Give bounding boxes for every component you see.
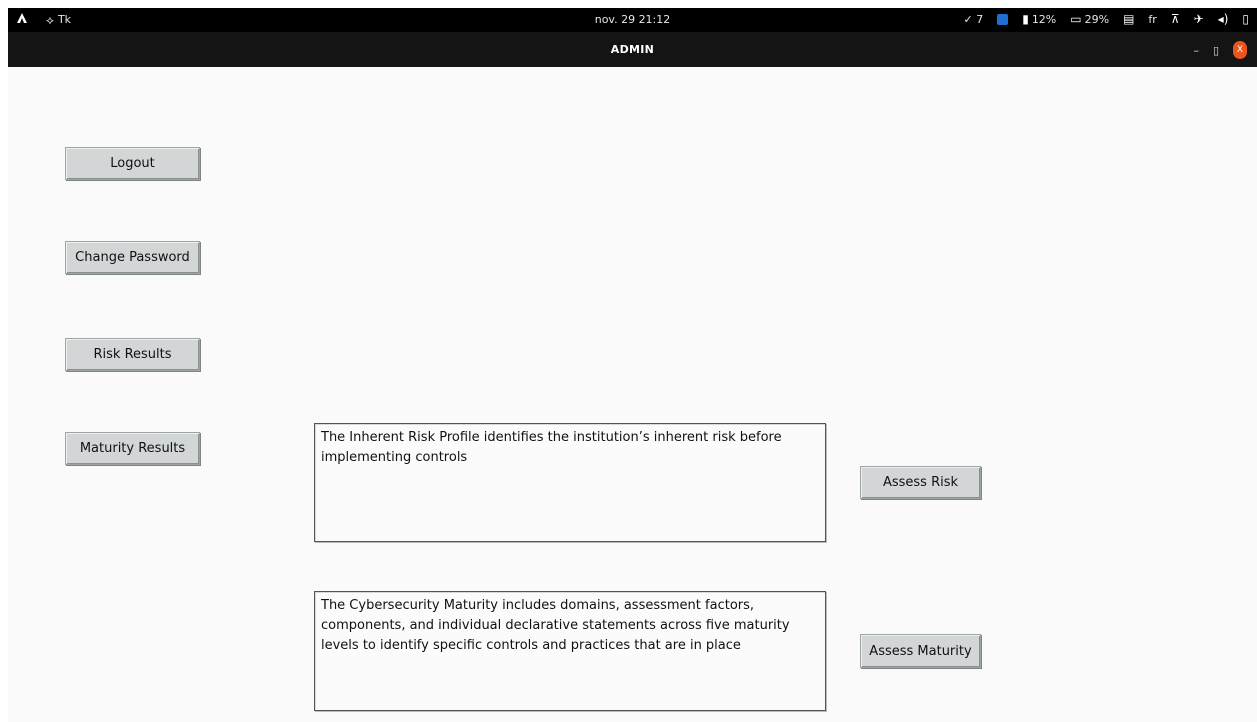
close-icon[interactable]: X xyxy=(1233,41,1247,59)
change-password-button[interactable]: Change Password xyxy=(65,241,200,274)
language-indicator[interactable]: fr xyxy=(1148,13,1156,26)
maturity-description-box[interactable]: The Cybersecurity Maturity includes doma… xyxy=(314,591,826,711)
notification-icon[interactable] xyxy=(997,13,1009,25)
battery-level-2: 29% xyxy=(1084,12,1110,26)
risk-description-box[interactable]: The Inherent Risk Profile identifies the… xyxy=(314,423,826,542)
system-top-bar: ⟡ Tk nov. 29 21:12 ✓ 7 ▮ 12% ▭ 29% ▤ fr … xyxy=(8,8,1257,32)
tasks-indicator[interactable]: ✓ 7 xyxy=(963,13,983,26)
assess-maturity-button[interactable]: Assess Maturity xyxy=(860,634,981,668)
network-icon[interactable]: ⊼ xyxy=(1171,12,1180,26)
restore-icon[interactable]: ▯ xyxy=(1213,44,1219,57)
assess-risk-button[interactable]: Assess Risk xyxy=(860,466,981,499)
maturity-results-button[interactable]: Maturity Results xyxy=(65,432,200,465)
battery-icon: ▮ xyxy=(1022,12,1029,26)
power-icon[interactable]: ▯ xyxy=(1242,12,1249,26)
minimize-icon[interactable]: – xyxy=(1193,44,1199,57)
battery-indicator-2[interactable]: ▭ 29% xyxy=(1070,12,1109,26)
admin-panel: Logout Change Password Risk Results Matu… xyxy=(8,67,1257,722)
airplane-mode-icon[interactable]: ✈ xyxy=(1194,12,1204,26)
display-icon: ▭ xyxy=(1070,12,1082,26)
risk-results-button[interactable]: Risk Results xyxy=(65,338,200,371)
battery-level-1: 12% xyxy=(1031,12,1057,26)
window-title-bar[interactable]: ADMIN – ▯ X xyxy=(8,32,1257,67)
volume-icon[interactable]: ◂) xyxy=(1218,12,1229,26)
logout-button[interactable]: Logout xyxy=(65,147,200,180)
clipboard-icon[interactable]: ▤ xyxy=(1123,12,1134,26)
battery-indicator-1[interactable]: ▮ 12% xyxy=(1022,12,1056,26)
window-title: ADMIN xyxy=(610,43,655,56)
